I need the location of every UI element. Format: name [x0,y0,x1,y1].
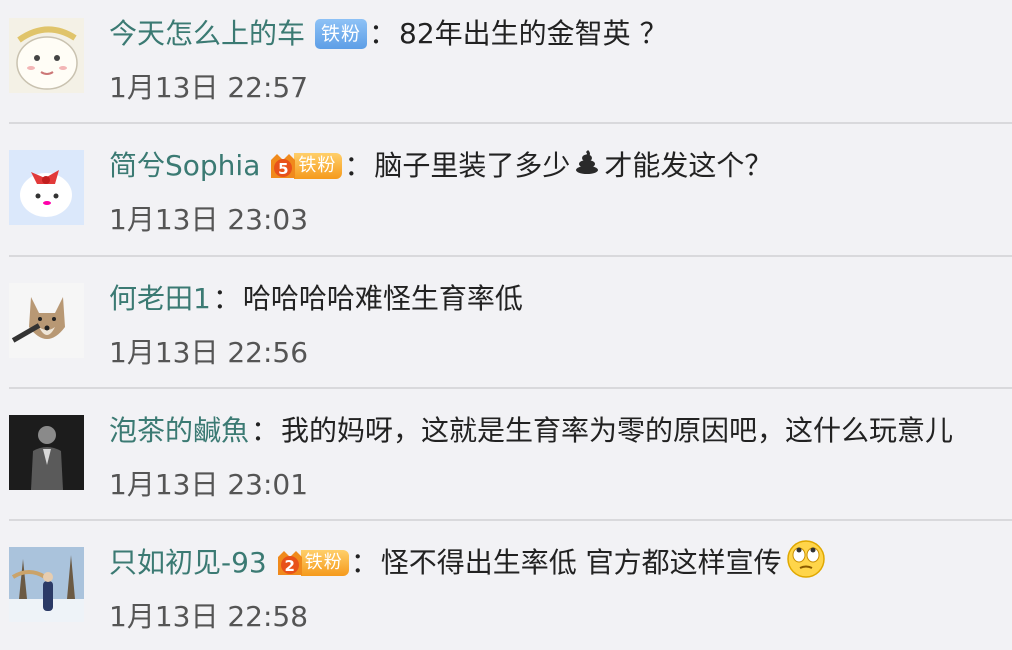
divider [9,519,1012,521]
colon: ： [369,17,398,50]
comment-item: 何老田1 ： 哈哈哈哈难怪生育率低 1月13日 22:56 [0,265,1012,397]
badge-label: 铁粉 [294,153,343,179]
poop-emoji-icon [574,148,600,184]
avatar[interactable] [9,150,84,225]
timestamp: 1月13日 23:03 [109,203,309,236]
comment-line: 只如初见-93 2 铁粉 ： 怪不得出生率低 官方都这样宣传 [109,539,830,581]
comment-item: 今天怎么上的车 铁粉 ： 82年出生的金智英 ？ 1月13日 22:57 [0,0,1012,132]
cartoon-face-avatar [9,18,84,93]
timestamp: 1月13日 22:58 [109,600,309,633]
comment-text: 哈哈哈哈难怪生育率低 [242,282,523,315]
timestamp: 1月13日 22:57 [109,71,309,104]
colon: ： [251,414,280,447]
fan-badge[interactable]: 5 铁粉 [268,150,343,182]
comment-text: 脑子里装了多少 [374,149,571,182]
eye-roll-emoji-icon [786,539,826,588]
crown-icon: 2 [275,547,305,579]
colon: ： [350,546,379,579]
avatar[interactable] [9,547,84,622]
username-link[interactable]: 只如初见-93 [109,545,267,581]
snowy-trees-photo-avatar [9,547,84,622]
badge-level: 5 [278,160,289,178]
comment-line: 简兮Sophia 5 铁粉 ： 脑子里装了多少 才能发这个？ [109,148,772,184]
comment-item: 只如初见-93 2 铁粉 ： 怪不得出生率低 官方都这样宣传 1月13日 22:… [0,529,1012,650]
comment-list: 今天怎么上的车 铁粉 ： 82年出生的金智英 ？ 1月13日 22:57 简兮S… [0,0,1012,650]
comment-item: 泡茶的鹹魚 ： 我的妈呀，这就是生育率为零的原因吧，这什么玩意儿 1月13日 2… [0,397,1012,529]
username-link[interactable]: 何老田1 [109,281,211,317]
colon: ： [344,149,373,182]
divider [9,387,1012,389]
comment-line: 何老田1 ： 哈哈哈哈难怪生育率低 [109,281,523,317]
fan-badge[interactable]: 2 铁粉 [275,547,349,579]
fan-badge[interactable]: 铁粉 [315,19,368,49]
timestamp: 1月13日 22:56 [109,336,309,369]
badge-level: 2 [284,557,295,575]
username-link[interactable]: 今天怎么上的车 [109,16,305,52]
comment-line: 今天怎么上的车 铁粉 ： 82年出生的金智英 ？ [109,16,668,52]
comment-text: 才能发这个？ [604,149,773,182]
fox-with-gun-avatar [9,283,84,358]
username-link[interactable]: 泡茶的鹹魚 [109,413,249,449]
comment-item: 简兮Sophia 5 铁粉 ： 脑子里装了多少 才能发这个？ 1月13日 23:… [0,132,1012,264]
comment-text: 怪不得出生率低 官方都这样宣传 [380,546,782,579]
comment-line: 泡茶的鹹魚 ： 我的妈呀，这就是生育率为零的原因吧，这什么玩意儿 [109,413,953,449]
avatar[interactable] [9,415,84,490]
colon: ： [212,282,241,315]
divider [9,255,1012,257]
avatar[interactable] [9,18,84,93]
comment-text: 82年出生的金智英 ？ [399,17,668,50]
comment-text: 我的妈呀，这就是生育率为零的原因吧，这什么玩意儿 [281,414,954,447]
person-in-suit-avatar [9,415,84,490]
avatar[interactable] [9,283,84,358]
crown-icon: 5 [268,150,298,182]
white-cartoon-bird-avatar [9,150,84,225]
badge-label: 铁粉 [300,550,349,576]
username-link[interactable]: 简兮Sophia [109,148,260,184]
divider [9,122,1012,124]
timestamp: 1月13日 23:01 [109,468,309,501]
